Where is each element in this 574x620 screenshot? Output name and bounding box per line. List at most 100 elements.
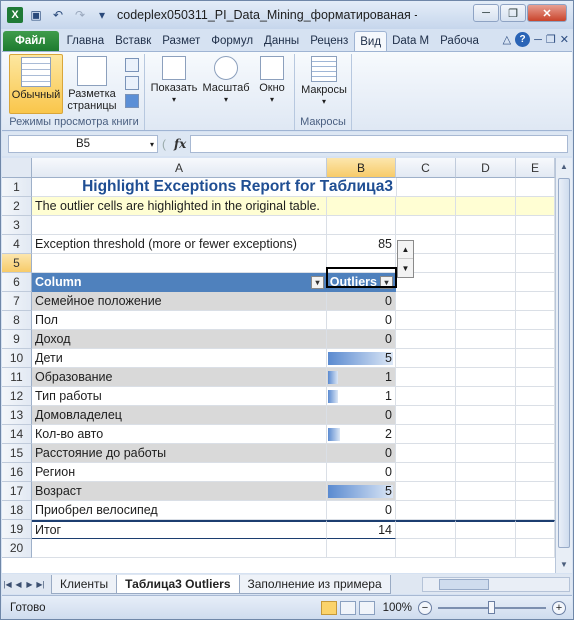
page-break-preview-icon[interactable] <box>125 58 139 72</box>
cell-a20[interactable] <box>32 539 327 558</box>
cell-c15[interactable] <box>396 444 456 463</box>
row-header[interactable]: 3 <box>2 216 32 235</box>
tab-data[interactable]: Данны <box>259 31 305 51</box>
row-header[interactable]: 5 <box>2 254 32 273</box>
cell-d20[interactable] <box>456 539 516 558</box>
help-icon[interactable]: ? <box>515 32 531 47</box>
cell-d1[interactable] <box>456 178 516 197</box>
tab-page-layout[interactable]: Размет <box>157 31 206 51</box>
cell-d3[interactable] <box>456 216 516 235</box>
row-header[interactable]: 12 <box>2 387 32 406</box>
threshold-value[interactable]: 85 <box>327 235 396 254</box>
cell-c7[interactable] <box>396 292 456 311</box>
table-row-outliers[interactable]: 1 <box>327 387 396 406</box>
row-header[interactable]: 10 <box>2 349 32 368</box>
total-value[interactable]: 14 <box>327 520 396 539</box>
cell-c13[interactable] <box>396 406 456 425</box>
cell-c9[interactable] <box>396 330 456 349</box>
row-header[interactable]: 11 <box>2 368 32 387</box>
table-row-outliers[interactable]: 1 <box>327 368 396 387</box>
cell-d9[interactable] <box>456 330 516 349</box>
cell-d13[interactable] <box>456 406 516 425</box>
table-row-outliers[interactable]: 0 <box>327 406 396 425</box>
cell-a5[interactable] <box>32 254 327 273</box>
table-row-name[interactable]: Приобрел велосипед <box>32 501 327 520</box>
cell-c17[interactable] <box>396 482 456 501</box>
cell-b2[interactable] <box>327 197 396 216</box>
table-row-name[interactable]: Дети <box>32 349 327 368</box>
show-button[interactable]: Показать ▾ <box>150 56 198 106</box>
page-layout-status-icon[interactable] <box>339 600 356 615</box>
row-header[interactable]: 6 <box>2 273 32 292</box>
doc-minimize-icon[interactable]: ─ <box>534 34 542 46</box>
tab-file[interactable]: Файл <box>3 31 59 51</box>
vertical-scrollbar[interactable]: ▲ ▼ <box>555 158 572 573</box>
formula-input[interactable] <box>190 135 568 153</box>
minimize-button[interactable]: ─ <box>473 4 499 22</box>
cell-c2[interactable] <box>396 197 456 216</box>
cell-d7[interactable] <box>456 292 516 311</box>
undo-icon[interactable]: ↶ <box>49 6 67 24</box>
row-header[interactable]: 16 <box>2 463 32 482</box>
normal-view-button[interactable]: Обычный <box>9 54 63 114</box>
filter-dropdown-icon[interactable]: ▾ <box>311 276 324 289</box>
row-header[interactable]: 14 <box>2 425 32 444</box>
cell-d6[interactable] <box>456 273 516 292</box>
table-row-name[interactable]: Тип работы <box>32 387 327 406</box>
cell-d11[interactable] <box>456 368 516 387</box>
tab-workgroup[interactable]: Рабоча <box>435 31 485 51</box>
worksheet-grid[interactable]: A B C D E 1 Highlight Exceptions Report f… <box>2 158 555 573</box>
cell-c1[interactable] <box>396 178 456 197</box>
row-header[interactable]: 19 <box>2 520 32 539</box>
table-row-name[interactable]: Кол-во авто <box>32 425 327 444</box>
customize-qat-icon[interactable]: ▾ <box>93 6 111 24</box>
tab-insert[interactable]: Вставк <box>110 31 157 51</box>
zoom-slider-knob[interactable] <box>488 600 495 614</box>
table-row-outliers[interactable]: 0 <box>327 501 396 520</box>
table-row-name[interactable]: Расстояние до работы <box>32 444 327 463</box>
cell-d19[interactable] <box>456 520 516 539</box>
doc-restore-icon[interactable]: ❐ <box>546 33 556 46</box>
table-row-name[interactable]: Пол <box>32 311 327 330</box>
tab-view[interactable]: Вид <box>354 31 388 51</box>
column-header-c[interactable]: C <box>396 158 456 178</box>
row-header[interactable]: 9 <box>2 330 32 349</box>
column-header-d[interactable]: D <box>456 158 516 178</box>
table-row-outliers[interactable]: 0 <box>327 444 396 463</box>
custom-views-icon[interactable] <box>125 76 139 90</box>
row-header[interactable]: 15 <box>2 444 32 463</box>
cell-c12[interactable] <box>396 387 456 406</box>
cell-e1[interactable] <box>516 178 555 197</box>
cell-e16[interactable] <box>516 463 555 482</box>
cell-e20[interactable] <box>516 539 555 558</box>
cell-e8[interactable] <box>516 311 555 330</box>
cell-b20[interactable] <box>327 539 396 558</box>
cell-d17[interactable] <box>456 482 516 501</box>
row-header[interactable]: 8 <box>2 311 32 330</box>
spinner-down-icon[interactable]: ▼ <box>398 259 413 277</box>
cell-e6[interactable] <box>516 273 555 292</box>
sheet-tab-clients[interactable]: Клиенты <box>51 574 118 594</box>
cell-c14[interactable] <box>396 425 456 444</box>
spinner-up-icon[interactable]: ▲ <box>398 241 413 259</box>
cell-e10[interactable] <box>516 349 555 368</box>
horizontal-scroll-thumb[interactable] <box>439 578 489 590</box>
cell-d12[interactable] <box>456 387 516 406</box>
name-box-dropdown-icon[interactable]: ▾ <box>150 140 154 149</box>
cell-c18[interactable] <box>396 501 456 520</box>
cell-e19[interactable] <box>516 520 555 539</box>
vertical-scroll-thumb[interactable] <box>558 178 570 548</box>
select-all-corner[interactable] <box>2 158 32 178</box>
save-icon[interactable]: ▣ <box>27 6 45 24</box>
cell-e13[interactable] <box>516 406 555 425</box>
tab-home[interactable]: Главна <box>62 31 111 51</box>
threshold-spinner[interactable]: ▲ ▼ <box>397 240 414 278</box>
cell-e14[interactable] <box>516 425 555 444</box>
row-header[interactable]: 13 <box>2 406 32 425</box>
cell-d15[interactable] <box>456 444 516 463</box>
excel-logo-icon[interactable]: X <box>7 7 23 23</box>
row-header[interactable]: 20 <box>2 539 32 558</box>
table-row-outliers[interactable]: 2 <box>327 425 396 444</box>
table-row-name[interactable]: Доход <box>32 330 327 349</box>
zoom-out-icon[interactable]: − <box>418 600 432 615</box>
